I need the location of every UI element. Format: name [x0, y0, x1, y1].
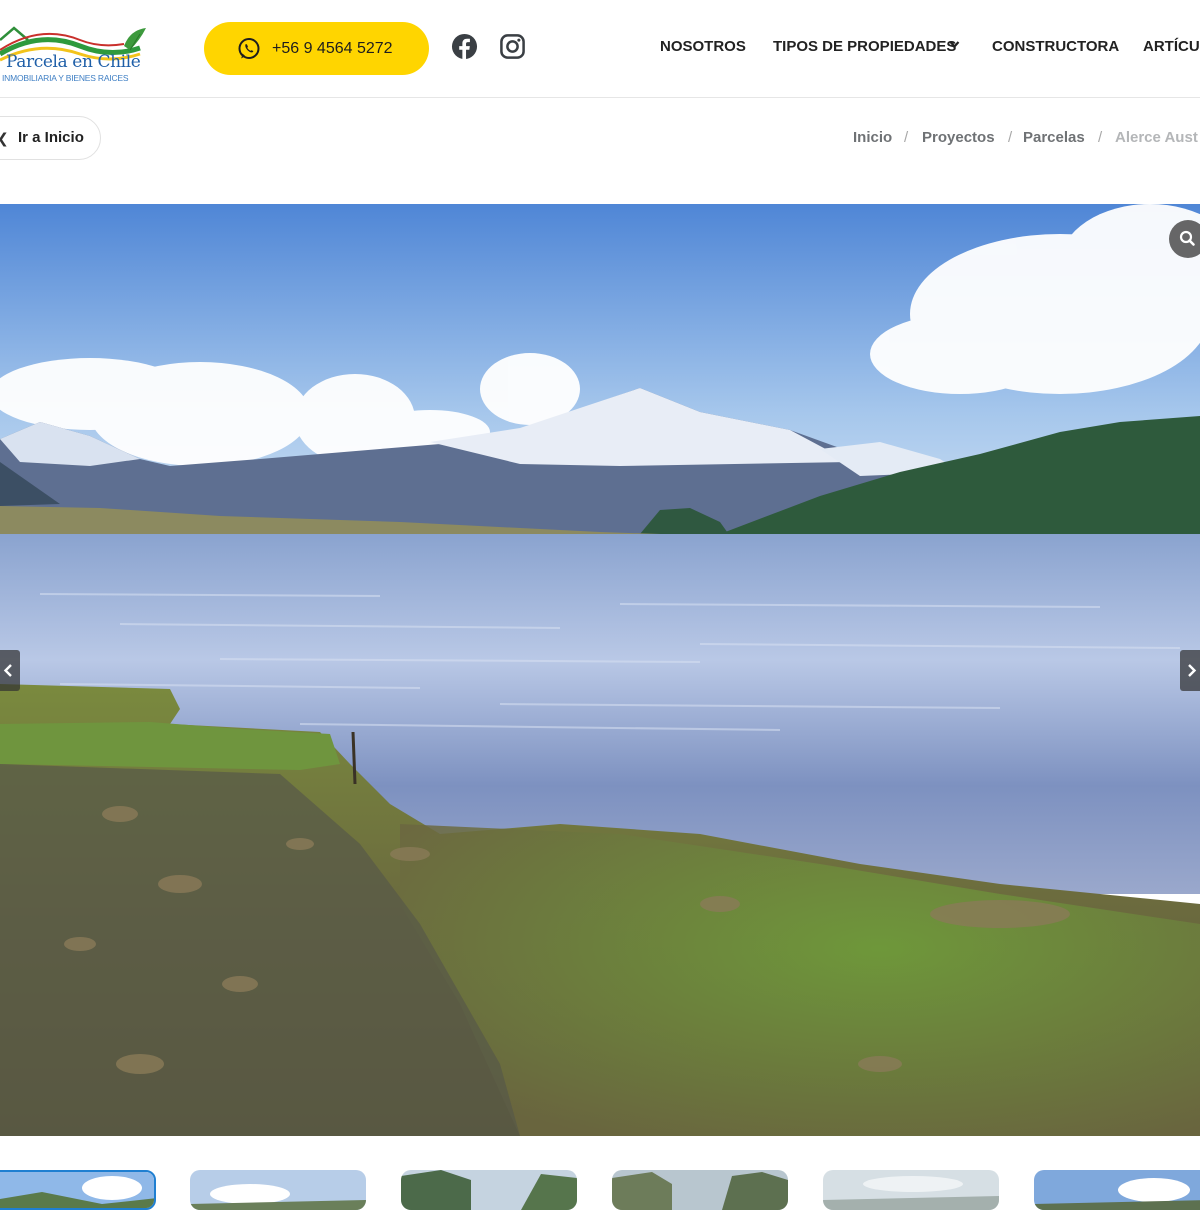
gallery-main-photo[interactable]	[0, 204, 1200, 1136]
gallery-next-button[interactable]	[1180, 650, 1200, 691]
breadcrumb-parcelas[interactable]: Parcelas	[1023, 129, 1085, 146]
gallery-zoom-button[interactable]	[1169, 220, 1200, 258]
gallery-thumbnail[interactable]	[190, 1170, 366, 1210]
thumbnail-image	[190, 1170, 366, 1210]
site-logo[interactable]: Parcela en Chile INMOBILIARIA Y BIENES R…	[0, 10, 160, 88]
gallery-thumbnail[interactable]	[0, 1170, 156, 1210]
thumbnail-image	[0, 1172, 154, 1208]
gallery-prev-button[interactable]	[0, 650, 20, 691]
whatsapp-icon	[238, 37, 260, 59]
nav-articulos[interactable]: ARTÍCUL	[1143, 38, 1200, 55]
back-to-home-label: Ir a Inicio	[18, 129, 84, 146]
chevron-right-icon	[1188, 664, 1197, 677]
gallery-thumbnail[interactable]	[401, 1170, 577, 1210]
site-header: Parcela en Chile INMOBILIARIA Y BIENES R…	[0, 0, 1200, 98]
nav-tipos-de-propiedades[interactable]: TIPOS DE PROPIEDADES	[773, 38, 956, 55]
breadcrumb-inicio[interactable]: Inicio	[853, 129, 892, 146]
breadcrumb-separator: /	[904, 129, 909, 146]
nav-constructora[interactable]: CONSTRUCTORA	[992, 38, 1119, 55]
phone-number: +56 9 4564 5272	[272, 39, 393, 57]
thumbnail-image	[823, 1170, 999, 1210]
breadcrumb-proyectos[interactable]: Proyectos	[922, 129, 995, 146]
thumbnail-image	[612, 1170, 788, 1210]
search-icon	[1179, 230, 1195, 246]
gallery-thumbnail[interactable]	[823, 1170, 999, 1210]
gallery-thumbnail[interactable]	[612, 1170, 788, 1210]
breadcrumb-current: Alerce Aust	[1115, 129, 1198, 146]
instagram-icon[interactable]	[499, 33, 526, 60]
logo-tagline: INMOBILIARIA Y BIENES RAICES	[2, 73, 129, 83]
gallery-thumbnail[interactable]	[1034, 1170, 1200, 1210]
nav-nosotros[interactable]: NOSOTROS	[660, 38, 746, 55]
breadcrumb-separator: /	[1098, 129, 1103, 146]
main-gallery	[0, 204, 1200, 1136]
breadcrumb-separator: /	[1008, 129, 1013, 146]
logo-name: Parcela en Chile	[6, 52, 141, 72]
thumbnail-image	[1034, 1170, 1200, 1210]
whatsapp-phone-button[interactable]: +56 9 4564 5272	[204, 22, 429, 75]
chevron-left-icon	[3, 664, 12, 677]
facebook-icon[interactable]	[451, 33, 478, 60]
chevron-left-icon: ❮	[0, 131, 9, 147]
thumbnail-image	[401, 1170, 577, 1210]
back-to-home-button[interactable]: ❮ Ir a Inicio	[0, 116, 101, 160]
chevron-down-icon[interactable]	[949, 40, 960, 49]
